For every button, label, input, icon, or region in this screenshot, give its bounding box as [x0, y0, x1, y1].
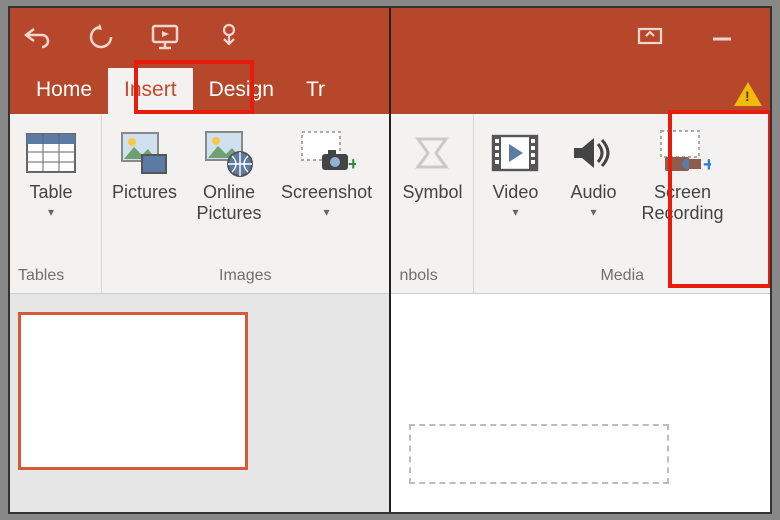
chevron-down-icon: ▾ — [48, 205, 54, 219]
ribbon-tabs: Home Insert Design Tr — [10, 66, 389, 114]
group-label-images: Images — [104, 263, 387, 291]
audio-icon — [568, 124, 618, 182]
screenshot-label: Screenshot — [281, 182, 372, 203]
symbol-button[interactable]: Symbol — [393, 118, 471, 203]
online-pictures-button[interactable]: Online Pictures — [185, 118, 273, 223]
group-media: Video ▾ Audio ▾ + Screen Re — [474, 114, 770, 293]
video-button[interactable]: Video ▾ — [476, 118, 554, 219]
quick-access-toolbar — [10, 8, 389, 66]
ribbon-right: Symbol nbols Video ▾ — [391, 114, 770, 294]
touch-mode-icon[interactable] — [216, 22, 242, 52]
chevron-down-icon: ▾ — [590, 205, 596, 219]
undo-icon[interactable] — [22, 25, 52, 49]
svg-text:+: + — [703, 154, 711, 176]
screen-recording-label: Screen Recording — [641, 182, 723, 223]
placeholder-box[interactable] — [409, 424, 669, 484]
screenshot-button[interactable]: + Screenshot ▾ — [273, 118, 380, 219]
window-controls — [391, 8, 770, 66]
tab-insert[interactable]: Insert — [108, 68, 193, 114]
pictures-icon — [118, 124, 172, 182]
chevron-down-icon: ▾ — [324, 205, 330, 219]
screen-recording-button[interactable]: + Screen Recording — [632, 118, 732, 223]
tab-design[interactable]: Design — [193, 68, 290, 114]
group-images: Pictures Online Pictures + Screenshot ▾ — [102, 114, 389, 293]
symbol-label: Symbol — [402, 182, 462, 203]
redo-icon[interactable] — [88, 24, 114, 50]
slide-panel — [10, 294, 389, 512]
right-pane: Symbol nbols Video ▾ — [391, 8, 770, 512]
group-label-symbols: nbols — [393, 263, 471, 291]
screen-recording-icon: + — [653, 124, 711, 182]
slideshow-icon[interactable] — [150, 23, 180, 51]
warning-icon[interactable] — [734, 82, 762, 106]
group-label-tables: Tables — [12, 263, 99, 291]
left-pane: Home Insert Design Tr Table ▾ Tables — [10, 8, 389, 512]
ribbon-insert: Table ▾ Tables Pictures — [10, 114, 389, 294]
composite-screenshot: Home Insert Design Tr Table ▾ Tables — [8, 6, 772, 514]
display-settings-icon[interactable] — [636, 26, 664, 48]
audio-button[interactable]: Audio ▾ — [554, 118, 632, 219]
table-icon — [25, 124, 77, 182]
screenshot-icon: + — [298, 124, 356, 182]
pictures-label: Pictures — [112, 182, 177, 203]
minimize-icon[interactable] — [710, 27, 734, 47]
table-label: Table — [29, 182, 72, 203]
ribbon-tabs-right — [391, 66, 770, 114]
audio-label: Audio — [570, 182, 616, 203]
online-pictures-icon — [202, 124, 256, 182]
tab-transitions[interactable]: Tr — [290, 68, 341, 114]
video-label: Video — [493, 182, 539, 203]
group-label-media: Media — [476, 263, 768, 291]
slide-thumbnail[interactable] — [18, 312, 248, 470]
video-icon — [489, 124, 541, 182]
table-button[interactable]: Table ▾ — [12, 118, 90, 219]
symbol-icon — [408, 124, 456, 182]
group-tables: Table ▾ Tables — [10, 114, 102, 293]
tab-home[interactable]: Home — [20, 68, 108, 114]
svg-text:+: + — [348, 154, 356, 174]
group-symbols: Symbol nbols — [391, 114, 474, 293]
slide-area-right — [391, 294, 770, 512]
pictures-button[interactable]: Pictures — [104, 118, 185, 203]
chevron-down-icon: ▾ — [512, 205, 518, 219]
online-pictures-label: Online Pictures — [197, 182, 262, 223]
